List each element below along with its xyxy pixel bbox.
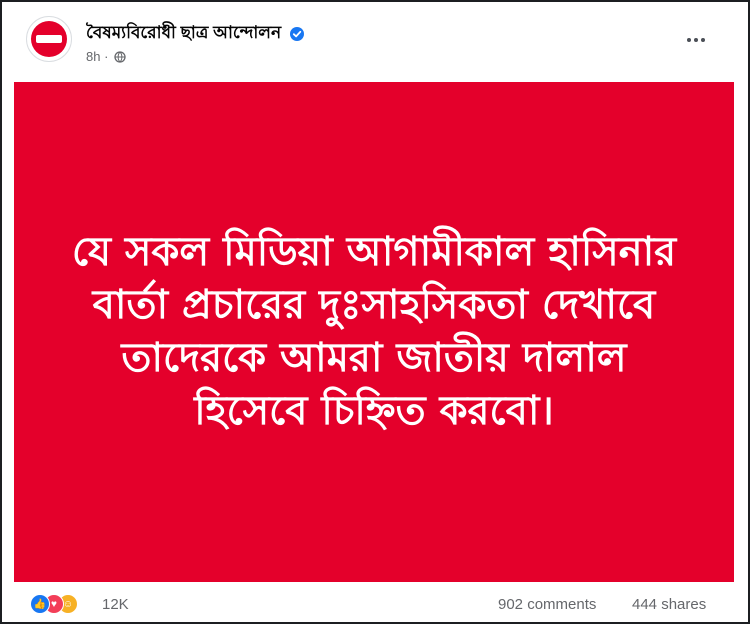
page-name-row: বৈষম্যবিরোধী ছাত্র আন্দোলন [86, 20, 304, 48]
more-dot-icon [687, 38, 691, 42]
facebook-post: বৈষম্যবিরোধী ছাত্র আন্দোলন 8h · যে সকল ম… [0, 0, 750, 624]
post-footer: 👍 ♥ ☺ 12K 902 comments 444 shares [2, 584, 748, 622]
more-options-button[interactable] [682, 28, 710, 52]
reaction-count[interactable]: 12K [102, 596, 129, 613]
page-logo-icon [31, 21, 67, 57]
verified-badge-icon [289, 26, 304, 41]
post-image-text: যে সকল মিডিয়া আগামীকাল হাসিনার বার্তা প… [34, 226, 714, 438]
meta-separator: · [104, 49, 109, 65]
image-text-line: বার্তা প্রচারের দুঃসাহসিকতা দেখাবে [92, 282, 656, 328]
page-avatar[interactable] [26, 16, 72, 62]
more-dot-icon [701, 38, 705, 42]
image-text-line: তাদেরকে আমরা জাতীয় দালাল [121, 335, 627, 381]
more-dot-icon [694, 38, 698, 42]
image-text-line: হিসেবে চিহ্নিত করবো। [194, 388, 554, 434]
image-text-line: যে সকল মিডিয়া আগামীকাল হাসিনার [71, 229, 677, 275]
post-meta: 8h · [86, 48, 126, 64]
post-image[interactable]: যে সকল মিডিয়া আগামীকাল হাসিনার বার্তা প… [14, 82, 734, 582]
comments-count[interactable]: 902 comments [498, 596, 596, 613]
post-header: বৈষম্যবিরোধী ছাত্র আন্দোলন 8h · [2, 2, 748, 82]
like-icon: 👍 [30, 594, 50, 614]
shares-count[interactable]: 444 shares [632, 596, 706, 613]
globe-icon [114, 50, 126, 63]
post-time[interactable]: 8h [86, 49, 100, 64]
page-name[interactable]: বৈষম্যবিরোধী ছাত্র আন্দোলন [86, 23, 281, 42]
